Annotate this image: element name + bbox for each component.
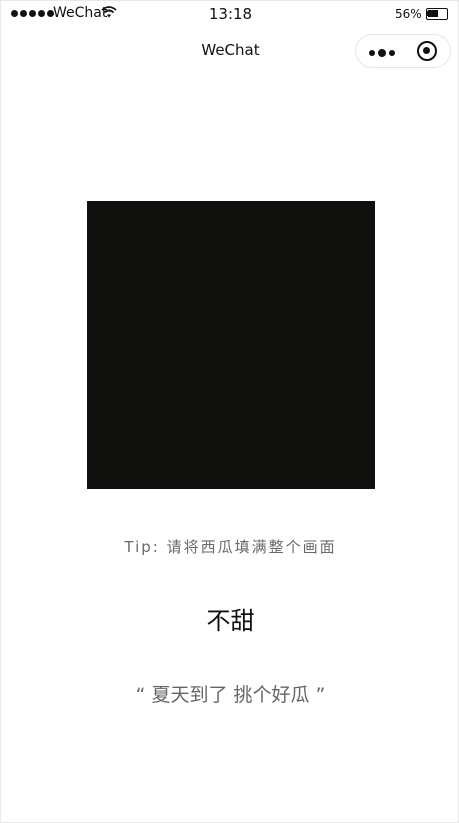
battery-icon: [426, 8, 448, 20]
mini-program-capsule: [355, 34, 451, 68]
camera-preview: [87, 201, 375, 489]
result-text: 不甜: [206, 607, 255, 635]
battery-percent: 56%: [395, 7, 422, 21]
slogan-text: “ 夏天到了 挑个好瓜 ”: [135, 684, 326, 706]
status-bar: WeChat 13:18 56%: [1, 1, 459, 27]
tip-text: Tip: 请将西瓜填满整个画面: [124, 538, 337, 556]
app-screen: WeChat 13:18 56% WeChat Tip: 请将西瓜填满整个画面 …: [0, 0, 459, 823]
target-close-icon[interactable]: [417, 41, 437, 61]
more-dots-icon[interactable]: [369, 49, 395, 57]
status-time: 13:18: [208, 5, 253, 23]
